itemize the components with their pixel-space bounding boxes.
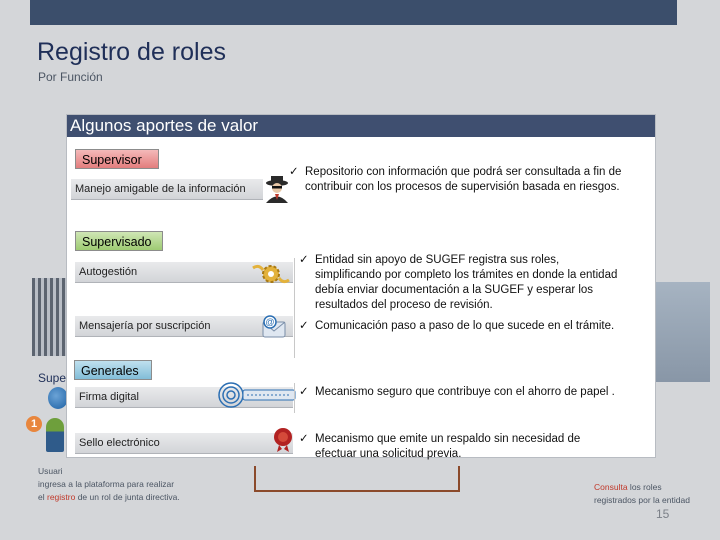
description-autogestion: ✓ Entidad sin apoyo de SUGEF registra su…	[299, 254, 618, 311]
value-contributions-panel: Algunos aportes de valor Supervisor Mane…	[66, 114, 656, 460]
background-right-text: Consulta los roles registrados por la en…	[594, 482, 690, 505]
feature-manejo: Manejo amigable de la información	[71, 179, 263, 200]
description-mensajeria: ✓ Comunicación paso a paso de lo que suc…	[299, 320, 615, 332]
description-manejo: ✓ Repositorio con información que podrá …	[289, 166, 622, 193]
svg-text:@: @	[265, 317, 274, 327]
background-label: Supe	[38, 371, 67, 385]
background-frame	[254, 466, 460, 492]
divider	[294, 383, 295, 413]
wax-seal-icon	[274, 428, 292, 452]
fingerprint-digital-signature-icon	[218, 382, 296, 408]
background-left-text: Usuari ingresa a la plataforma para real…	[38, 466, 180, 502]
sugef-logo	[48, 387, 68, 409]
email-at-icon: @	[262, 315, 286, 338]
gears-hands-icon	[252, 264, 290, 284]
building-image	[32, 278, 68, 356]
description-sello: ✓ Mecanismo que emite un respaldo sin ne…	[299, 433, 581, 460]
group-supervisor: Supervisor	[75, 149, 159, 169]
page-number: 15	[656, 507, 670, 521]
slide-title: Registro de roles	[37, 38, 226, 66]
spy-agent-icon	[266, 176, 288, 203]
group-supervisado: Supervisado	[75, 231, 163, 251]
top-bar	[30, 0, 677, 25]
user-icon	[46, 418, 64, 452]
divider	[294, 258, 295, 358]
slide-subtitle: Por Función	[38, 70, 103, 84]
description-firma: ✓ Mecanismo seguro que contribuye con el…	[299, 386, 615, 398]
step-badge: 1	[26, 416, 42, 432]
building-image-right	[652, 282, 710, 382]
panel-header: Algunos aportes de valor	[67, 115, 655, 137]
feature-sello: Sello electrónico	[75, 433, 293, 454]
group-generales: Generales	[74, 360, 152, 380]
